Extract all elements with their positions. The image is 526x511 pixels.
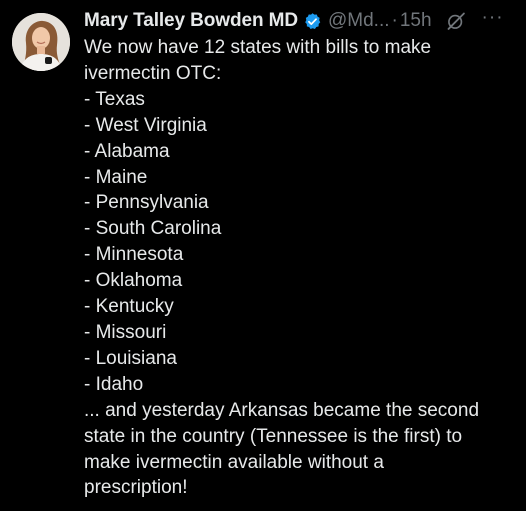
tweet-text-line: - Alabama bbox=[84, 140, 170, 162]
tweet-text-line: - Oklahoma bbox=[84, 270, 183, 292]
avatar-image bbox=[12, 13, 70, 71]
tweet-text-line: ivermectin OTC: bbox=[84, 62, 222, 84]
tweet-text-line: - Pennsylvania bbox=[84, 192, 209, 214]
tweet-text-line: - Kentucky bbox=[84, 296, 174, 318]
tweet-text-line: prescription! bbox=[84, 477, 188, 499]
grok-icon[interactable] bbox=[446, 11, 466, 31]
tweet-header: Mary Talley Bowden MD @Md... · 15h ··· bbox=[84, 8, 516, 33]
tweet-text-line: make ivermectin available without a bbox=[84, 451, 384, 473]
tweet-text-line: state in the country (Tennessee is the f… bbox=[84, 425, 463, 447]
tweet-text-line: ... and yesterday Arkansas became the se… bbox=[84, 399, 480, 421]
separator-dot: · bbox=[391, 10, 398, 31]
author-name[interactable]: Mary Talley Bowden MD bbox=[84, 10, 298, 32]
tweet-text-line: - Minnesota bbox=[84, 244, 184, 266]
verified-badge-icon[interactable] bbox=[303, 12, 322, 31]
more-options-icon[interactable]: ··· bbox=[482, 8, 504, 27]
tweet-text-line: - West Virginia bbox=[84, 114, 207, 136]
tweet-text: We now have 12 states with bills to make… bbox=[84, 35, 524, 501]
tweet-text-line: We now have 12 states with bills to make bbox=[84, 37, 432, 58]
avatar[interactable] bbox=[12, 13, 70, 71]
tweet[interactable]: Mary Talley Bowden MD @Md... · 15h ··· W… bbox=[0, 0, 526, 511]
tweet-text-line: - Maine bbox=[84, 166, 148, 188]
author-handle[interactable]: @Md... bbox=[328, 10, 390, 32]
tweet-text-line: - Louisiana bbox=[84, 347, 177, 369]
tweet-text-line: - Texas bbox=[84, 88, 145, 110]
timestamp[interactable]: 15h bbox=[400, 10, 432, 32]
tweet-text-line: - Idaho bbox=[84, 373, 144, 395]
tweet-text-line: - South Carolina bbox=[84, 218, 222, 240]
tweet-text-line: - Missouri bbox=[84, 321, 167, 343]
